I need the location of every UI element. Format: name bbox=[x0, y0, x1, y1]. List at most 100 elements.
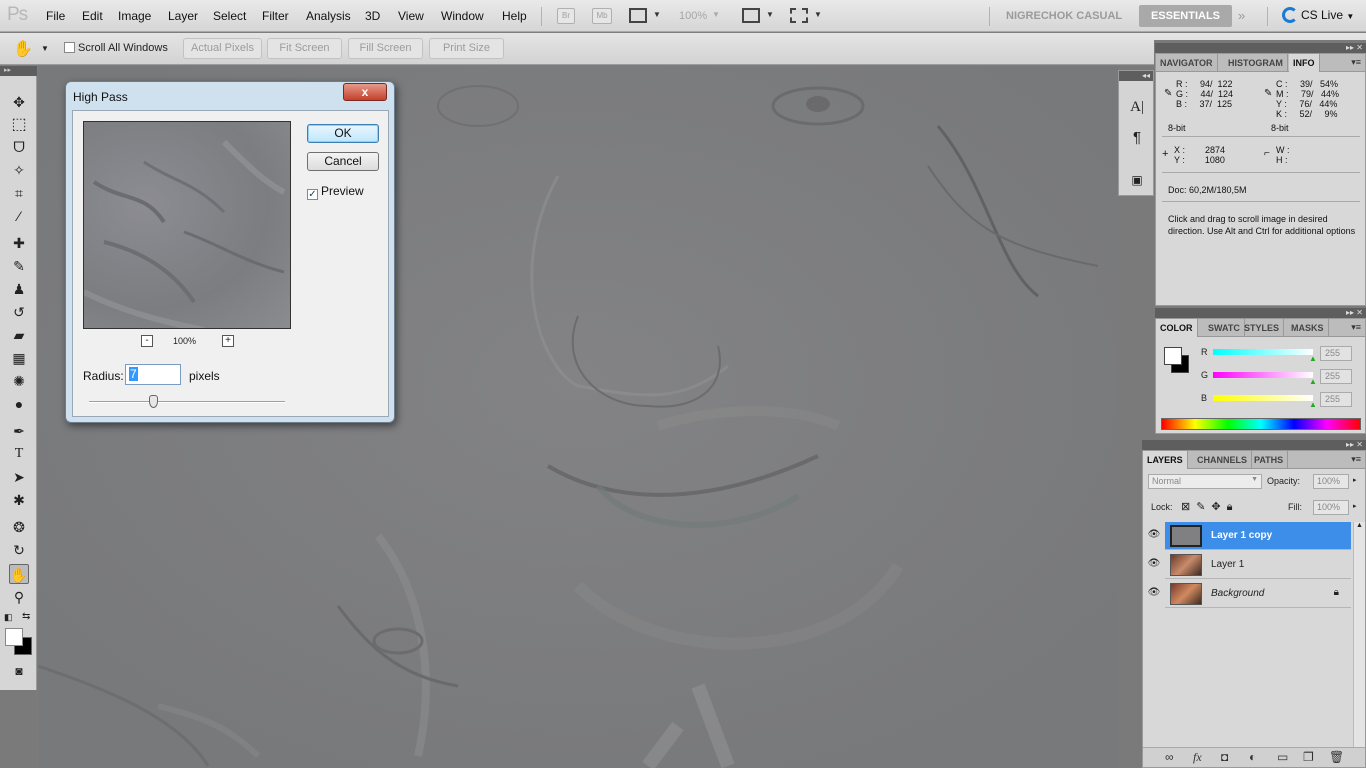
chevron-down-icon[interactable]: ▼ bbox=[712, 10, 720, 19]
filter-preview-image[interactable] bbox=[83, 121, 291, 329]
panel-menu-icon[interactable]: ▾≡ bbox=[1351, 454, 1361, 465]
lock-icons[interactable]: ⊠✎✥🔒︎ bbox=[1181, 500, 1239, 514]
zoom-tool-icon[interactable]: ⚲ bbox=[9, 587, 29, 607]
panel-menu-icon[interactable]: ▾≡ bbox=[1351, 57, 1361, 68]
paragraph-panel-icon[interactable]: ¶ bbox=[1127, 128, 1147, 148]
slider-thumb-icon[interactable]: ▲ bbox=[1309, 400, 1317, 409]
fill-screen-button[interactable]: Fill Screen bbox=[348, 38, 423, 59]
chevron-down-icon[interactable]: ▼ bbox=[814, 10, 822, 19]
bridge-button[interactable]: Br bbox=[557, 8, 575, 24]
3d-orbit-tool-icon[interactable]: ↻ bbox=[9, 540, 29, 560]
radius-input[interactable]: 7 bbox=[125, 364, 181, 385]
preview-checkbox[interactable]: ✓ Preview bbox=[307, 184, 364, 200]
tab-navigator[interactable]: NAVIGATOR bbox=[1156, 54, 1218, 72]
blur-tool-icon[interactable]: ✺ bbox=[9, 371, 29, 391]
visibility-eye-icon[interactable]: 👁︎ bbox=[1146, 587, 1162, 603]
swap-colors-icon[interactable]: ⇆ bbox=[22, 611, 30, 622]
new-layer-icon[interactable]: ❐ bbox=[1303, 750, 1314, 764]
tab-histogram[interactable]: HISTOGRAM bbox=[1224, 54, 1288, 72]
delete-layer-icon[interactable]: 🗑︎ bbox=[1329, 750, 1344, 764]
panel-menu-icon[interactable]: ▾≡ bbox=[1351, 322, 1361, 333]
character-panel-icon[interactable]: A| bbox=[1127, 97, 1147, 117]
workspace-nigrechok-casual[interactable]: NIGRECHOK CASUAL bbox=[1006, 10, 1122, 22]
menu-window[interactable]: Window bbox=[441, 9, 484, 23]
scroll-up-icon[interactable]: ▲ bbox=[1354, 522, 1365, 529]
layer-style-icon[interactable]: fx bbox=[1193, 750, 1202, 765]
foreground-color-swatch[interactable] bbox=[5, 628, 23, 646]
gradient-tool-icon[interactable]: ▦ bbox=[9, 348, 29, 368]
layer-row[interactable]: Background 🔒︎ bbox=[1165, 580, 1351, 608]
menu-3d[interactable]: 3D bbox=[365, 9, 380, 23]
tab-swatches[interactable]: SWATC bbox=[1204, 319, 1245, 337]
mini-bridge-button[interactable]: Mb bbox=[592, 8, 612, 24]
eraser-tool-icon[interactable]: ▰ bbox=[9, 325, 29, 345]
menu-edit[interactable]: Edit bbox=[82, 9, 103, 23]
layers-scrollbar[interactable]: ▲ bbox=[1353, 522, 1365, 752]
fit-screen-button[interactable]: Fit Screen bbox=[267, 38, 342, 59]
hand-tool-icon[interactable]: ✋ bbox=[13, 39, 33, 59]
checkbox-icon[interactable] bbox=[64, 42, 75, 53]
zoom-out-button[interactable]: - bbox=[141, 335, 153, 347]
crop-tool-icon[interactable]: ⌗ bbox=[9, 183, 29, 203]
info-panel-collapse-icon[interactable]: ▸▸ ✕ bbox=[1155, 43, 1366, 53]
type-tool-icon[interactable]: T bbox=[9, 444, 29, 464]
layers-panel-collapse-icon[interactable]: ▸▸ ✕ bbox=[1142, 440, 1366, 450]
quick-selection-tool-icon[interactable]: ✧ bbox=[9, 160, 29, 180]
3d-rotate-tool-icon[interactable]: ❂ bbox=[9, 517, 29, 537]
r-value[interactable]: 255 bbox=[1320, 346, 1352, 361]
healing-brush-tool-icon[interactable]: ✚ bbox=[9, 233, 29, 253]
b-value[interactable]: 255 bbox=[1320, 392, 1352, 407]
chevron-right-icon[interactable]: ▸ bbox=[1353, 476, 1357, 484]
slider-thumb-icon[interactable]: ▲ bbox=[1309, 354, 1317, 363]
tab-layers[interactable]: LAYERS bbox=[1143, 451, 1188, 469]
expand-panels-icon[interactable]: ◂◂ bbox=[1119, 71, 1153, 81]
tab-channels[interactable]: CHANNELS bbox=[1193, 451, 1253, 469]
menu-image[interactable]: Image bbox=[118, 9, 151, 23]
new-group-icon[interactable]: ▭ bbox=[1277, 750, 1288, 764]
tab-masks[interactable]: MASKS bbox=[1287, 319, 1329, 337]
quick-mask-icon[interactable]: ◙ bbox=[9, 661, 29, 681]
chevron-down-icon[interactable]: ▼ bbox=[766, 10, 774, 19]
r-slider[interactable] bbox=[1213, 349, 1313, 355]
arrange-documents-icon[interactable] bbox=[742, 8, 760, 23]
actual-pixels-button[interactable]: Actual Pixels bbox=[183, 38, 262, 59]
eyedropper-tool-icon[interactable]: ⁄ bbox=[9, 206, 29, 226]
default-colors-icon[interactable]: ◧ bbox=[4, 612, 13, 623]
color-panel-collapse-icon[interactable]: ▸▸ ✕ bbox=[1155, 308, 1366, 318]
menu-help[interactable]: Help bbox=[502, 9, 527, 23]
print-size-button[interactable]: Print Size bbox=[429, 38, 504, 59]
path-selection-tool-icon[interactable]: ➤ bbox=[9, 467, 29, 487]
move-tool-icon[interactable]: ✥ bbox=[9, 92, 29, 112]
lasso-tool-icon[interactable]: ᗜ bbox=[9, 137, 29, 157]
cancel-button[interactable]: Cancel bbox=[307, 152, 379, 171]
cs-live-button[interactable]: CS Live ▼ bbox=[1282, 7, 1354, 23]
visibility-eye-icon[interactable]: 👁︎ bbox=[1146, 529, 1162, 545]
tab-color[interactable]: COLOR bbox=[1156, 319, 1198, 337]
zoom-level[interactable]: 100% bbox=[679, 10, 707, 22]
fg-color-chip[interactable] bbox=[1164, 347, 1182, 365]
menu-select[interactable]: Select bbox=[213, 9, 246, 23]
tab-paths[interactable]: PATHS bbox=[1250, 451, 1289, 469]
checkmark-icon[interactable]: ✓ bbox=[307, 189, 318, 200]
tab-info[interactable]: INFO bbox=[1289, 54, 1320, 72]
tools-collapse-icon[interactable]: ▸▸ bbox=[0, 66, 37, 76]
menu-view[interactable]: View bbox=[398, 9, 424, 23]
zoom-in-button[interactable]: + bbox=[222, 335, 234, 347]
menu-file[interactable]: File bbox=[46, 9, 65, 23]
g-value[interactable]: 255 bbox=[1320, 369, 1352, 384]
marquee-tool-icon[interactable]: ⬚ bbox=[9, 115, 29, 135]
add-mask-icon[interactable]: ◘ bbox=[1221, 750, 1228, 764]
history-brush-tool-icon[interactable]: ↺ bbox=[9, 302, 29, 322]
chevron-right-icon[interactable]: ▸ bbox=[1353, 502, 1357, 510]
animation-panel-icon[interactable]: ▣ bbox=[1127, 170, 1147, 190]
link-layers-icon[interactable]: ∞ bbox=[1165, 750, 1174, 764]
blend-mode-select[interactable]: Normal ▼ bbox=[1148, 474, 1262, 489]
pen-tool-icon[interactable]: ✒ bbox=[9, 421, 29, 441]
radius-slider-track[interactable] bbox=[89, 401, 285, 403]
menu-analysis[interactable]: Analysis bbox=[306, 9, 351, 23]
ok-button[interactable]: OK bbox=[307, 124, 379, 143]
menu-filter[interactable]: Filter bbox=[262, 9, 289, 23]
close-button[interactable]: x bbox=[343, 83, 387, 101]
opacity-input[interactable]: 100% bbox=[1313, 474, 1349, 489]
workspace-more-icon[interactable]: » bbox=[1238, 8, 1245, 23]
